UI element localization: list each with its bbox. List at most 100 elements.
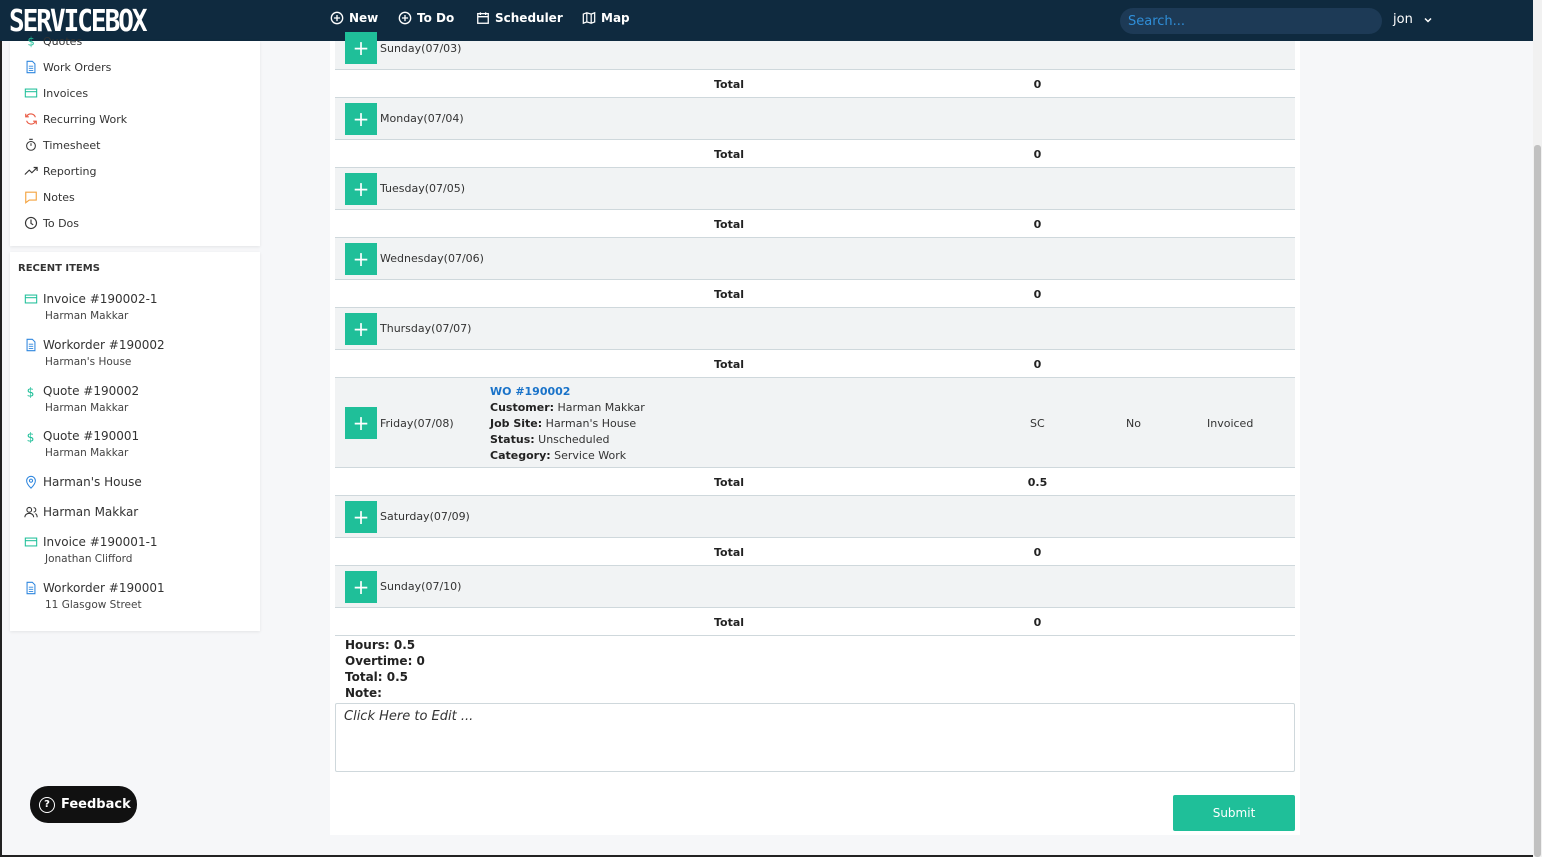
day-label: Wednesday(07/06) bbox=[380, 252, 484, 265]
svg-text:$: $ bbox=[27, 430, 35, 443]
recent-item-title: Workorder #190002 bbox=[43, 338, 165, 352]
add-entry-button[interactable]: + bbox=[345, 243, 377, 275]
sidebar-item-timesheet[interactable]: Timesheet bbox=[24, 138, 100, 152]
credit-card-icon bbox=[24, 294, 38, 304]
user-name: jon bbox=[1393, 12, 1413, 27]
recent-item[interactable]: Workorder #190001 11 Glasgow Street bbox=[24, 581, 165, 611]
add-entry-button[interactable]: + bbox=[345, 501, 377, 533]
add-entry-button[interactable]: + bbox=[345, 407, 377, 439]
total-value: 0 bbox=[1033, 78, 1042, 91]
total-value: 0.5 bbox=[1027, 476, 1048, 489]
recent-item-title: Workorder #190001 bbox=[43, 581, 165, 595]
recent-item[interactable]: $ Quote #190001 Harman Makkar bbox=[24, 429, 140, 459]
trending-up-icon bbox=[24, 166, 38, 175]
dollar-icon: $ bbox=[28, 34, 35, 48]
day-row-wednesday: + Wednesday(07/06) bbox=[335, 238, 1295, 280]
day-label: Sunday(07/10) bbox=[380, 580, 462, 593]
recent-item[interactable]: Invoice #190001-1 Jonathan Clifford bbox=[24, 535, 158, 565]
user-menu[interactable]: jon bbox=[1393, 12, 1433, 27]
credit-card-icon bbox=[24, 88, 38, 98]
summary-overtime: Overtime: 0 bbox=[345, 654, 425, 668]
recent-item-subtitle: Jonathan Clifford bbox=[45, 553, 133, 565]
day-label: Friday(07/08) bbox=[380, 417, 454, 430]
nav-new[interactable]: New bbox=[330, 11, 378, 25]
total-value: 0 bbox=[1033, 148, 1042, 161]
timesheet-panel: + Sunday(07/03) Total 0 + Monday(07/04) … bbox=[330, 32, 1300, 835]
submit-button[interactable]: Submit bbox=[1173, 795, 1295, 831]
recent-item[interactable]: Harman's House bbox=[24, 475, 142, 489]
sidebar-item-work-orders[interactable]: Work Orders bbox=[24, 60, 111, 74]
top-navbar: SERVICEBOX New To Do Scheduler Map jon bbox=[0, 0, 1533, 41]
add-entry-button[interactable]: + bbox=[345, 173, 377, 205]
customer-value: Harman Makkar bbox=[557, 401, 645, 414]
map-pin-icon bbox=[26, 475, 36, 489]
recent-item[interactable]: Harman Makkar bbox=[24, 505, 138, 519]
nav-new-label: New bbox=[349, 11, 379, 25]
message-square-icon bbox=[25, 191, 37, 204]
feedback-button[interactable]: ? Feedback bbox=[30, 786, 137, 823]
nav-todo[interactable]: To Do bbox=[398, 11, 454, 25]
recent-item[interactable]: Invoice #190002-1 Harman Makkar bbox=[24, 292, 158, 322]
nav-scheduler[interactable]: Scheduler bbox=[476, 11, 563, 25]
add-entry-button[interactable]: + bbox=[345, 571, 377, 603]
category-label: Category: bbox=[490, 449, 551, 462]
total-row: Total 0 bbox=[335, 70, 1295, 98]
document-icon bbox=[26, 60, 36, 74]
recent-item-subtitle: Harman Makkar bbox=[45, 402, 129, 414]
summary-hours: Hours: 0.5 bbox=[345, 638, 416, 652]
sidebar-item-invoices[interactable]: Invoices bbox=[24, 86, 88, 100]
add-entry-button[interactable]: + bbox=[345, 313, 377, 345]
recent-item-subtitle: Harman Makkar bbox=[45, 447, 129, 459]
note-editor[interactable]: Click Here to Edit ... bbox=[335, 703, 1295, 772]
map-icon bbox=[582, 11, 596, 25]
document-icon bbox=[26, 581, 36, 595]
sidebar-item-quotes[interactable]: $ Quotes bbox=[24, 34, 83, 48]
recent-item[interactable]: Workorder #190002 Harman's House bbox=[24, 338, 165, 368]
work-order-link[interactable]: WO #190002 bbox=[490, 385, 570, 398]
sidebar-item-label: Notes bbox=[43, 190, 75, 204]
recent-items-title: RECENT ITEMS bbox=[18, 263, 100, 274]
sidebar-item-label: Timesheet bbox=[43, 138, 101, 152]
dollar-icon: $ bbox=[27, 430, 35, 443]
total-label: Total bbox=[714, 616, 745, 629]
category-value: Service Work bbox=[554, 449, 627, 462]
total-label: Total bbox=[714, 78, 745, 91]
total-row: Total 0 bbox=[335, 210, 1295, 238]
recent-item-subtitle: Harman's House bbox=[45, 356, 132, 368]
total-value: 0 bbox=[1033, 288, 1042, 301]
sidebar-item-notes[interactable]: Notes bbox=[24, 190, 75, 204]
feedback-label: Feedback bbox=[61, 797, 131, 812]
add-entry-button[interactable]: + bbox=[345, 32, 377, 64]
total-label: Total bbox=[714, 358, 745, 371]
recent-item[interactable]: $ Quote #190002 Harman Makkar bbox=[24, 384, 140, 414]
total-value: 0 bbox=[1033, 358, 1042, 371]
credit-card-icon bbox=[24, 537, 38, 547]
nav-scheduler-label: Scheduler bbox=[495, 11, 563, 25]
customer-label: Customer: bbox=[490, 401, 555, 414]
total-row: Total 0 bbox=[335, 538, 1295, 566]
day-label: Saturday(07/09) bbox=[380, 510, 470, 523]
plus-circle-icon bbox=[398, 11, 412, 25]
recent-item-title: Quote #190001 bbox=[43, 429, 140, 443]
total-row: Total 0 bbox=[335, 350, 1295, 378]
clock-icon bbox=[24, 216, 38, 230]
total-value: 0 bbox=[1033, 616, 1042, 629]
add-entry-button[interactable]: + bbox=[345, 103, 377, 135]
sidebar-item-to-dos[interactable]: To Dos bbox=[24, 216, 79, 230]
scrollbar-thumb[interactable] bbox=[1534, 145, 1541, 857]
plus-circle-icon bbox=[330, 11, 344, 25]
nav-map[interactable]: Map bbox=[582, 11, 630, 25]
sidebar-item-recurring-work[interactable]: Recurring Work bbox=[24, 112, 127, 126]
sidebar-item-reporting[interactable]: Reporting bbox=[24, 164, 96, 178]
search-input[interactable] bbox=[1120, 8, 1382, 34]
day-row-friday: + Friday(07/08) WO #190002 Customer: Har… bbox=[335, 378, 1295, 468]
entry-overtime: No bbox=[1126, 417, 1141, 430]
total-label: Total bbox=[714, 218, 745, 231]
jobsite-value: Harman's House bbox=[545, 417, 637, 430]
day-label: Sunday(07/03) bbox=[380, 42, 462, 55]
total-row: Total 0 bbox=[335, 608, 1295, 636]
total-value: 0 bbox=[1033, 218, 1042, 231]
recent-item-subtitle: Harman Makkar bbox=[45, 310, 129, 322]
jobsite-label: Job Site: bbox=[490, 417, 543, 430]
day-row-saturday: + Saturday(07/09) bbox=[335, 496, 1295, 538]
